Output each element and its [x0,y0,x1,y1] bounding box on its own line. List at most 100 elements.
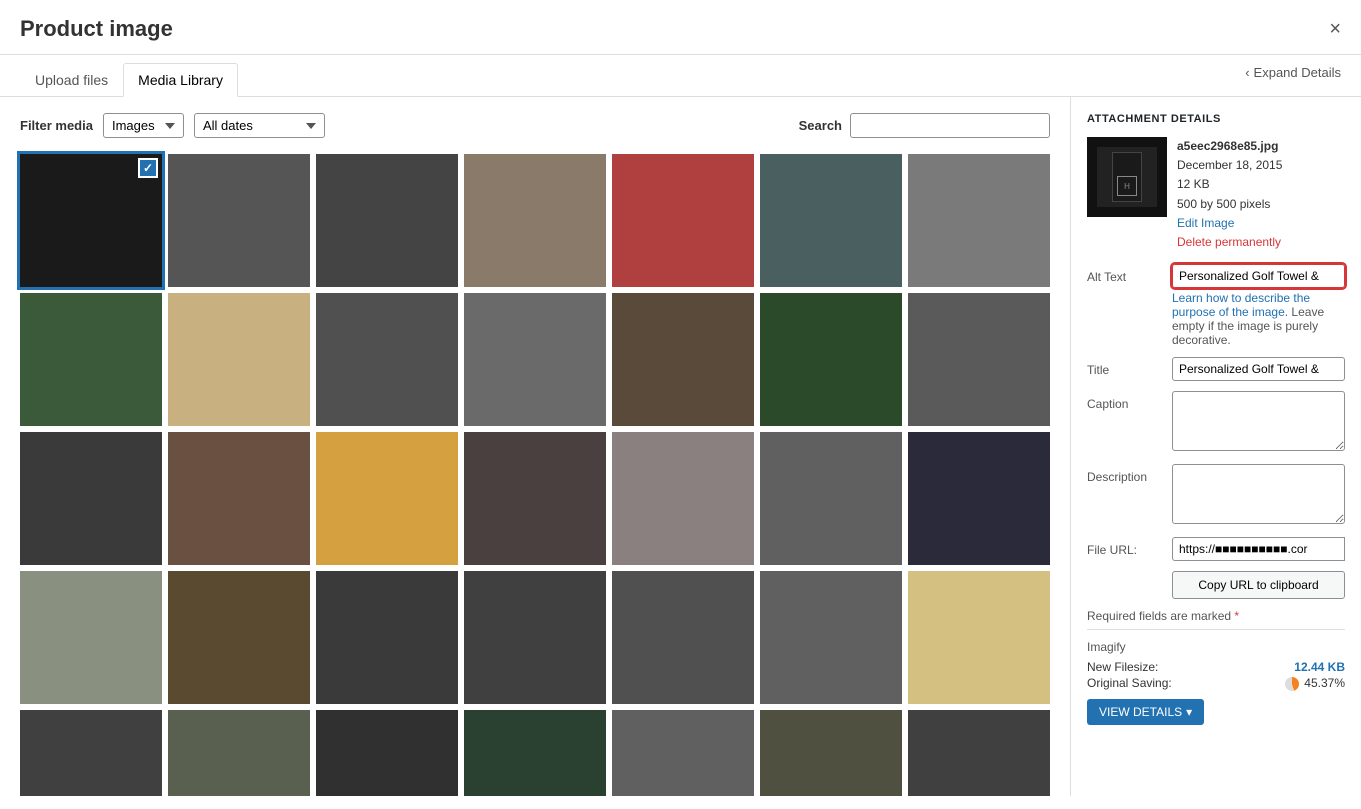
thumb-info: H a5eec2968e85.jpg December 18, 2015 12 … [1087,137,1345,252]
media-area: Filter media Images Audio Video All date… [0,97,1071,796]
edit-image-link[interactable]: Edit Image [1177,216,1234,230]
required-note: Required fields are marked * [1087,609,1345,623]
caption-label: Caption [1087,391,1167,411]
close-button[interactable]: × [1329,18,1341,41]
caption-field-row: Caption [1087,391,1345,454]
file-size: 12 KB [1177,175,1282,194]
view-details-button[interactable]: VIEW DETAILS ▾ [1087,699,1204,725]
grid-item[interactable]: ✓ [20,154,162,287]
grid-item[interactable] [168,154,310,287]
file-date: December 18, 2015 [1177,156,1282,175]
grid-item[interactable] [316,432,458,565]
grid-item[interactable] [464,154,606,287]
filename: a5eec2968e85.jpg [1177,137,1282,156]
delete-image-link[interactable]: Delete permanently [1177,235,1281,249]
filter-date-select[interactable]: All dates January 2016 December 2015 [194,113,325,138]
progress-circle-icon [1285,677,1299,691]
grid-item[interactable] [20,432,162,565]
image-grid: ✓ [20,154,1050,796]
selected-check-icon: ✓ [138,158,158,178]
file-url-label: File URL: [1087,537,1167,557]
grid-item[interactable] [908,293,1050,426]
alt-text-label: Alt Text [1087,264,1167,284]
grid-item[interactable] [20,710,162,796]
imagify-filesize-row: New Filesize: 12.44 KB [1087,660,1345,674]
grid-item[interactable] [612,154,754,287]
grid-item[interactable] [316,154,458,287]
imagify-filesize-value: 12.44 KB [1294,660,1345,674]
file-url-input[interactable] [1172,537,1345,561]
grid-item[interactable] [760,293,902,426]
thumbnail: H [1087,137,1167,217]
grid-item[interactable] [612,293,754,426]
file-url-field-row: File URL: Copy URL to clipboard [1087,537,1345,599]
grid-item[interactable] [908,710,1050,796]
grid-item[interactable] [464,432,606,565]
grid-item[interactable] [464,571,606,704]
grid-item[interactable] [20,571,162,704]
grid-item[interactable] [168,293,310,426]
alt-text-input[interactable] [1172,264,1345,288]
search-section: Search [799,113,1050,138]
file-dimensions: 500 by 500 pixels [1177,195,1282,214]
imagify-saving-value: 45.37% [1285,676,1345,691]
search-label: Search [799,118,842,133]
grid-item[interactable] [20,293,162,426]
filter-media-label: Filter media [20,118,93,133]
file-url-content: Copy URL to clipboard [1172,537,1345,599]
grid-item[interactable] [168,432,310,565]
required-star: * [1234,609,1239,623]
grid-item[interactable] [316,571,458,704]
title-input[interactable] [1172,357,1345,381]
sidebar-title: ATTACHMENT DETAILS [1087,113,1345,125]
imagify-saving-label: Original Saving: [1087,676,1172,691]
grid-item[interactable] [908,432,1050,565]
chevron-down-icon: ▾ [1186,705,1192,719]
imagify-section: Imagify New Filesize: 12.44 KB Original … [1087,629,1345,725]
main-area: Filter media Images Audio Video All date… [0,97,1361,796]
grid-item[interactable] [464,293,606,426]
description-label: Description [1087,464,1167,484]
grid-item[interactable] [168,571,310,704]
expand-details-label: Expand Details [1254,65,1341,80]
imagify-label: Imagify [1087,640,1345,654]
copy-url-button[interactable]: Copy URL to clipboard [1172,571,1345,599]
alt-text-content: Learn how to describe the purpose of the… [1172,264,1345,347]
grid-item[interactable] [612,571,754,704]
modal-title: Product image [20,16,173,42]
alt-text-field-row: Alt Text Learn how to describe the purpo… [1087,264,1345,347]
modal-header: Product image × [0,0,1361,55]
grid-item[interactable] [612,432,754,565]
search-input[interactable] [850,113,1050,138]
required-note-text: Required fields are marked [1087,609,1231,623]
filter-type-select[interactable]: Images Audio Video [103,113,184,138]
meta-text: a5eec2968e85.jpg December 18, 2015 12 KB… [1177,137,1282,252]
tab-media-library[interactable]: Media Library [123,63,238,97]
grid-item[interactable] [760,432,902,565]
filter-row: Filter media Images Audio Video All date… [20,113,1050,138]
title-field-row: Title [1087,357,1345,381]
tab-upload[interactable]: Upload files [20,63,123,97]
imagify-filesize-label: New Filesize: [1087,660,1158,674]
imagify-saving-row: Original Saving: 45.37% [1087,676,1345,691]
grid-item[interactable] [316,710,458,796]
grid-item[interactable] [908,154,1050,287]
caption-textarea[interactable] [1172,391,1345,451]
grid-item[interactable] [316,293,458,426]
grid-item[interactable] [760,710,902,796]
grid-item[interactable] [908,571,1050,704]
title-content [1172,357,1345,381]
description-textarea[interactable] [1172,464,1345,524]
chevron-left-icon: ‹ [1245,65,1249,80]
grid-item[interactable] [464,710,606,796]
description-content [1172,464,1345,527]
grid-item[interactable] [760,571,902,704]
file-url-row [1172,537,1345,561]
caption-content [1172,391,1345,454]
grid-item[interactable] [760,154,902,287]
expand-details-button[interactable]: ‹ Expand Details [1245,65,1341,80]
grid-item[interactable] [168,710,310,796]
description-field-row: Description [1087,464,1345,527]
tab-bar: Upload files Media Library ‹ Expand Deta… [0,55,1361,97]
grid-item[interactable] [612,710,754,796]
